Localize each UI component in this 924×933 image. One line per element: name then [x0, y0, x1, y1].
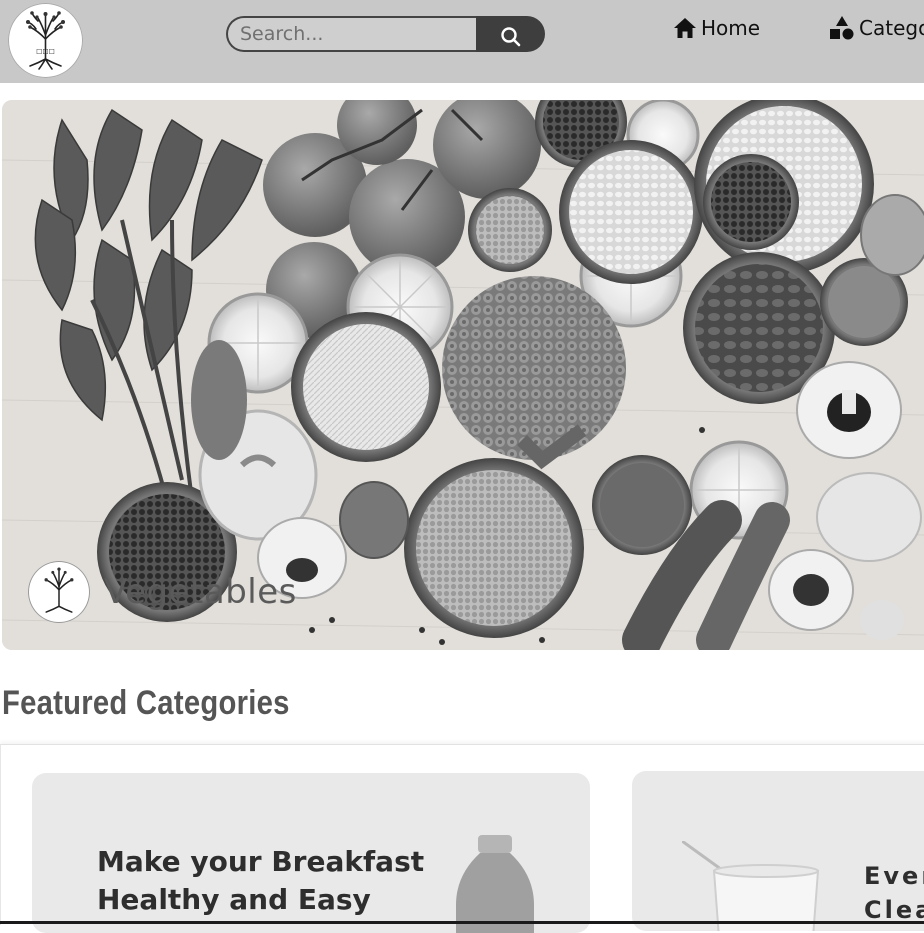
search-bar — [226, 16, 545, 52]
smoothie-glass-image — [682, 841, 820, 931]
search-input[interactable] — [226, 16, 476, 52]
svg-text:☐☐☐: ☐☐☐ — [36, 48, 55, 56]
caption-logo — [28, 561, 90, 623]
search-icon — [501, 27, 521, 47]
nav-home-label: Home — [701, 16, 761, 40]
hero-caption: Vegetables — [28, 560, 297, 624]
category-card[interactable]: Ever Clea — [632, 771, 924, 931]
search-button[interactable] — [476, 16, 545, 52]
top-header: ☐☐☐ Home Catego — [0, 0, 924, 83]
category-card-title: Make your Breakfast Healthy and Easy — [97, 845, 425, 916]
category-card-title: Ever Clea — [864, 862, 924, 924]
nav-categories-label: Catego — [859, 16, 924, 40]
featured-categories-title: Featured Categories — [2, 684, 290, 722]
nav-categories[interactable]: Catego — [829, 14, 924, 42]
tree-logo-icon — [44, 567, 74, 613]
site-logo[interactable]: ☐☐☐ — [8, 3, 83, 78]
categories-panel: Make your Breakfast Healthy and Easy Eve… — [0, 744, 924, 933]
nav-home[interactable]: Home — [673, 14, 760, 42]
tree-logo-icon: ☐☐☐ — [26, 11, 65, 70]
hero-caption-text: Vegetables — [104, 572, 297, 612]
hero-banner[interactable]: Vegetables — [2, 100, 924, 650]
shapes-icon — [830, 16, 854, 40]
juice-bottle-image — [456, 835, 534, 933]
home-icon — [674, 18, 696, 38]
category-card[interactable]: Make your Breakfast Healthy and Easy — [32, 773, 590, 933]
